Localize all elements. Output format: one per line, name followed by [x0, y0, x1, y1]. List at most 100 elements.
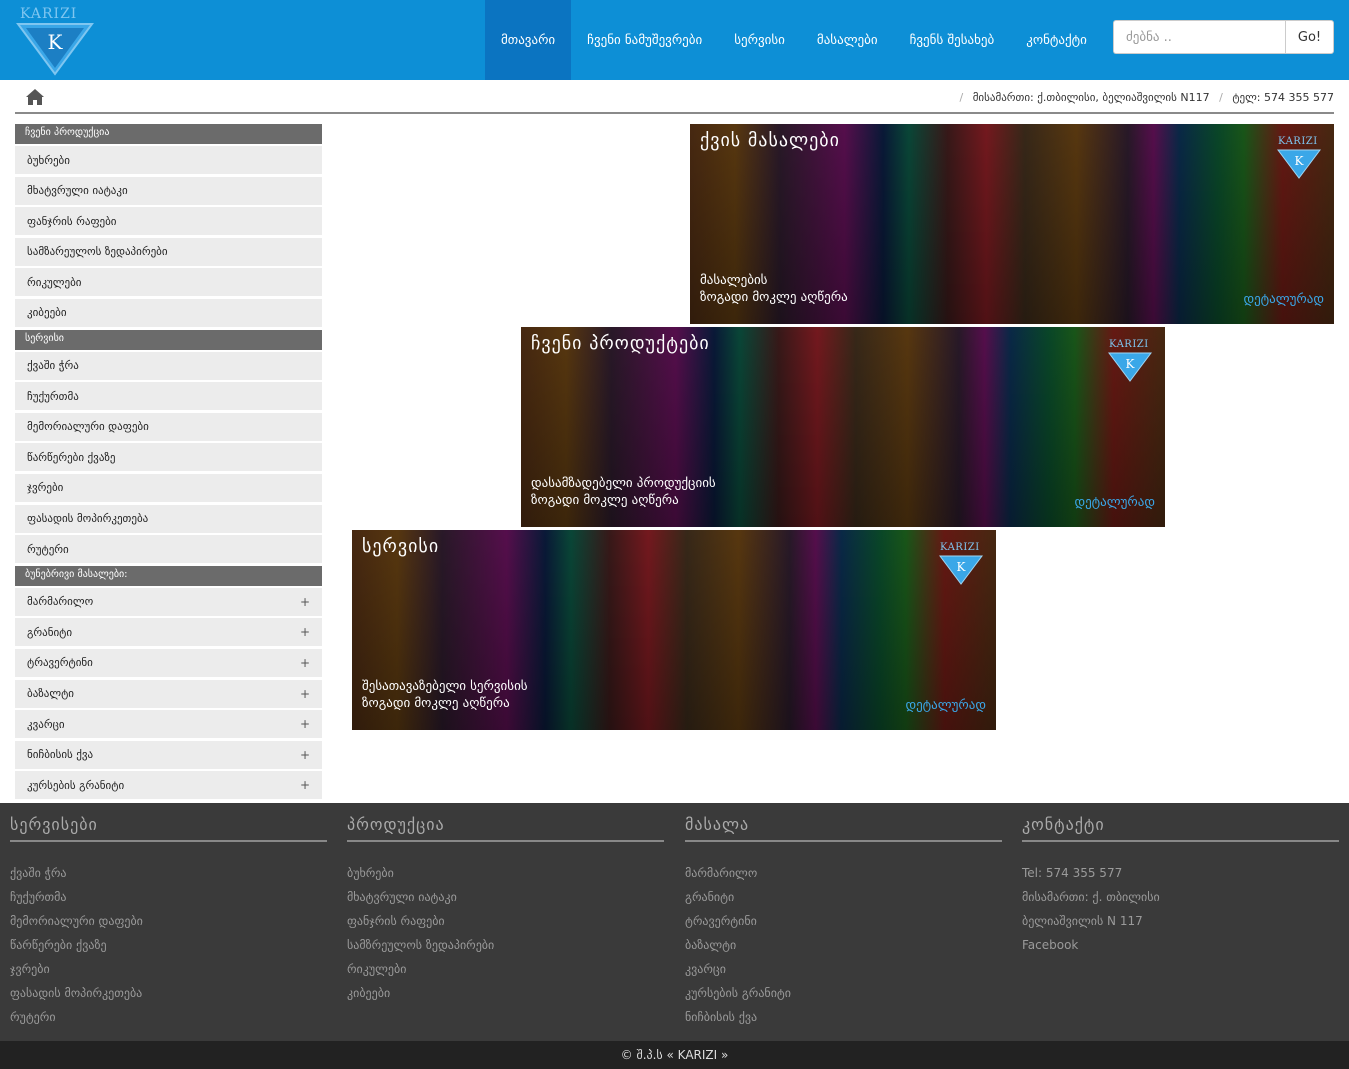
footer-link[interactable]: მემორიალური დაფები — [10, 914, 327, 938]
banner-desc-line: ზოგადი მოკლე აღწერა — [531, 493, 679, 508]
sidebar-item[interactable]: წარწერები ქვაზე — [15, 443, 322, 472]
sidebar-item-label: ნიჩბისის ქვა — [27, 748, 94, 762]
sidebar-item[interactable]: ბუხრები — [15, 146, 322, 174]
sidebar-item[interactable]: სამზარეულოს ზედაპირები — [15, 237, 322, 266]
footer-link[interactable]: ჯვრები — [10, 962, 327, 986]
sidebar-item[interactable]: ფანჯრის რაფები — [15, 207, 322, 236]
banner-logo-text: KARIZI — [1109, 339, 1149, 350]
banner-details-link[interactable]: დეტალურად — [905, 698, 986, 713]
footer-link[interactable]: ფანჯრის რაფები — [347, 914, 664, 938]
nav-item-works[interactable]: ჩვენი ნამუშევრები — [571, 0, 718, 80]
sidebar-item-label: კურსების გრანიტი — [27, 778, 125, 792]
sidebar: ჩვენი პროდუქცია ბუხრები მხატვრული იატაკი… — [15, 124, 322, 802]
sidebar-item-expandable[interactable]: მარმარილო + — [15, 587, 322, 616]
search-input[interactable] — [1113, 20, 1285, 54]
sidebar-item-label: ფასადის მოპირკეთება — [27, 512, 149, 526]
nav-item-materials[interactable]: მასალები — [801, 0, 894, 80]
expand-plus-icon[interactable]: + — [300, 748, 310, 762]
banner-desc-line: მასალების — [700, 273, 768, 288]
banner-title: ჩვენი პროდუქტები — [531, 333, 710, 354]
sidebar-item-expandable[interactable]: ბაზალტი + — [15, 679, 322, 708]
footer-link-list: ბუხრები მხატვრული იატაკი ფანჯრის რაფები … — [347, 866, 664, 1010]
footer-link[interactable]: ნიჩბისის ქვა — [685, 1010, 1002, 1034]
banner-materials[interactable]: ქვის მასალები KARIZI K მასალების ზოგადი … — [690, 124, 1334, 324]
address-text: მისამართი: ქ.თბილისი, ბელიაშვილის N117 — [972, 91, 1210, 104]
footer-link[interactable]: წარწერები ქვაზე — [10, 938, 327, 962]
footer-link[interactable]: ტრავერტინი — [685, 914, 1002, 938]
footer-link[interactable]: რუტერი — [10, 1010, 327, 1034]
nav-item-home[interactable]: მთავარი — [485, 0, 572, 80]
banner-details-link[interactable]: დეტალურად — [1074, 495, 1155, 510]
sidebar-item[interactable]: ჯვრები — [15, 473, 322, 502]
svg-text:K: K — [1295, 154, 1305, 168]
sidebar-item-expandable[interactable]: ნიჩბისის ქვა + — [15, 740, 322, 769]
banner-details-link[interactable]: დეტალურად — [1243, 292, 1324, 307]
sidebar-item-label: ჩუქურთმა — [27, 389, 79, 403]
banner-products[interactable]: ჩვენი პროდუქტები KARIZI K დასამზადებელი … — [521, 327, 1165, 527]
footer-facebook-link[interactable]: Facebook — [1022, 938, 1339, 962]
sidebar-item-label: წარწერები ქვაზე — [27, 450, 116, 464]
footer-column-title: კონტაქტი — [1022, 815, 1339, 842]
footer-link[interactable]: კვარცი — [685, 962, 1002, 986]
footer-link[interactable]: მხატვრული იატაკი — [347, 890, 664, 914]
home-icon[interactable] — [25, 88, 45, 106]
footer-link[interactable]: მარმარილო — [685, 866, 1002, 890]
footer-link[interactable]: ქვაში ჭრა — [10, 866, 327, 890]
sidebar-item-expandable[interactable]: კვარცი + — [15, 710, 322, 739]
nav-item-service[interactable]: სერვისი — [718, 0, 801, 80]
footer-link[interactable]: რიკულები — [347, 962, 664, 986]
footer-link[interactable]: კიბეები — [347, 986, 664, 1010]
footer-link[interactable]: ფასადის მოპირკეთება — [10, 986, 327, 1010]
banner-description: დასამზადებელი პროდუქციის ზოგადი მოკლე აღ… — [531, 475, 716, 509]
footer-column-products: პროდუქცია ბუხრები მხატვრული იატაკი ფანჯრ… — [347, 815, 664, 1010]
sidebar-item-expandable[interactable]: გრანიტი + — [15, 618, 322, 647]
search-go-button[interactable]: Go! — [1285, 20, 1334, 54]
nav-item-about[interactable]: ჩვენს შესახებ — [894, 0, 1011, 80]
crumb-separator: / — [959, 91, 964, 104]
footer-link[interactable]: გრანიტი — [685, 890, 1002, 914]
footer-link-list: მარმარილო გრანიტი ტრავერტინი ბაზალტი კვა… — [685, 866, 1002, 1034]
expand-plus-icon[interactable]: + — [300, 687, 310, 701]
contact-info: / მისამართი: ქ.თბილისი, ბელიაშვილის N117… — [953, 91, 1334, 104]
sidebar-item-label: ჯვრები — [27, 481, 64, 495]
crumb-separator: / — [1219, 91, 1223, 104]
expand-plus-icon[interactable]: + — [300, 717, 310, 731]
expand-plus-icon[interactable]: + — [300, 625, 310, 639]
sidebar-item[interactable]: კიბეები — [15, 298, 322, 327]
copyright-bar: © შ.პ.ს « KARIZI » — [0, 1041, 1349, 1069]
svg-text:K: K — [48, 30, 64, 54]
footer-link[interactable]: ბუხრები — [347, 866, 664, 890]
footer-column-title: პროდუქცია — [347, 815, 664, 842]
sidebar-item[interactable]: მემორიალური დაფები — [15, 412, 322, 441]
banner-description: შესათავაზებელი სერვისის ზოგადი მოკლე აღწ… — [362, 678, 528, 712]
sidebar-item-label: რუტერი — [27, 542, 69, 556]
breadcrumb: / მისამართი: ქ.თბილისი, ბელიაშვილის N117… — [15, 84, 1334, 114]
sidebar-heading-materials: ბუნებრივი მასალები: — [15, 565, 322, 586]
expand-plus-icon[interactable]: + — [300, 595, 310, 609]
sidebar-item[interactable]: ფასადის მოპირკეთება — [15, 504, 322, 533]
sidebar-item-label: რიკულები — [27, 275, 82, 289]
sidebar-item-expandable[interactable]: კურსების გრანიტი + — [15, 771, 322, 800]
sidebar-item-expandable[interactable]: ტრავერტინი + — [15, 648, 322, 677]
footer-link[interactable]: კურსების გრანიტი — [685, 986, 1002, 1010]
logo-text: KARIZI — [20, 6, 78, 22]
sidebar-item[interactable]: ჩუქურთმა — [15, 382, 322, 411]
nav-item-contact[interactable]: კონტაქტი — [1010, 0, 1103, 80]
sidebar-item-label: ფანჯრის რაფები — [27, 214, 117, 228]
sidebar-item[interactable]: მხატვრული იატაკი — [15, 176, 322, 205]
site-header: K KARIZI მთავარი ჩვენი ნამუშევრები სერვი… — [0, 0, 1349, 80]
sidebar-item-label: მემორიალური დაფები — [27, 420, 149, 434]
sidebar-item[interactable]: ქვაში ჭრა — [15, 351, 322, 380]
sidebar-item[interactable]: რიკულები — [15, 268, 322, 297]
expand-plus-icon[interactable]: + — [300, 656, 310, 670]
banner-service[interactable]: სერვისი KARIZI K შესათავაზებელი სერვისის… — [352, 530, 996, 730]
footer-link[interactable]: ჩუქურთმა — [10, 890, 327, 914]
sidebar-item[interactable]: რუტერი — [15, 535, 322, 564]
karizi-logo[interactable]: K KARIZI — [14, 4, 96, 76]
footer-address: მისამართი: ქ. თბილისი — [1022, 890, 1160, 904]
sidebar-item-label: კიბეები — [27, 306, 67, 320]
footer-link[interactable]: სამზრეულოს ზედაპირები — [347, 938, 664, 962]
search-form: Go! — [1113, 20, 1334, 54]
footer-link[interactable]: ბაზალტი — [685, 938, 1002, 962]
expand-plus-icon[interactable]: + — [300, 778, 310, 792]
